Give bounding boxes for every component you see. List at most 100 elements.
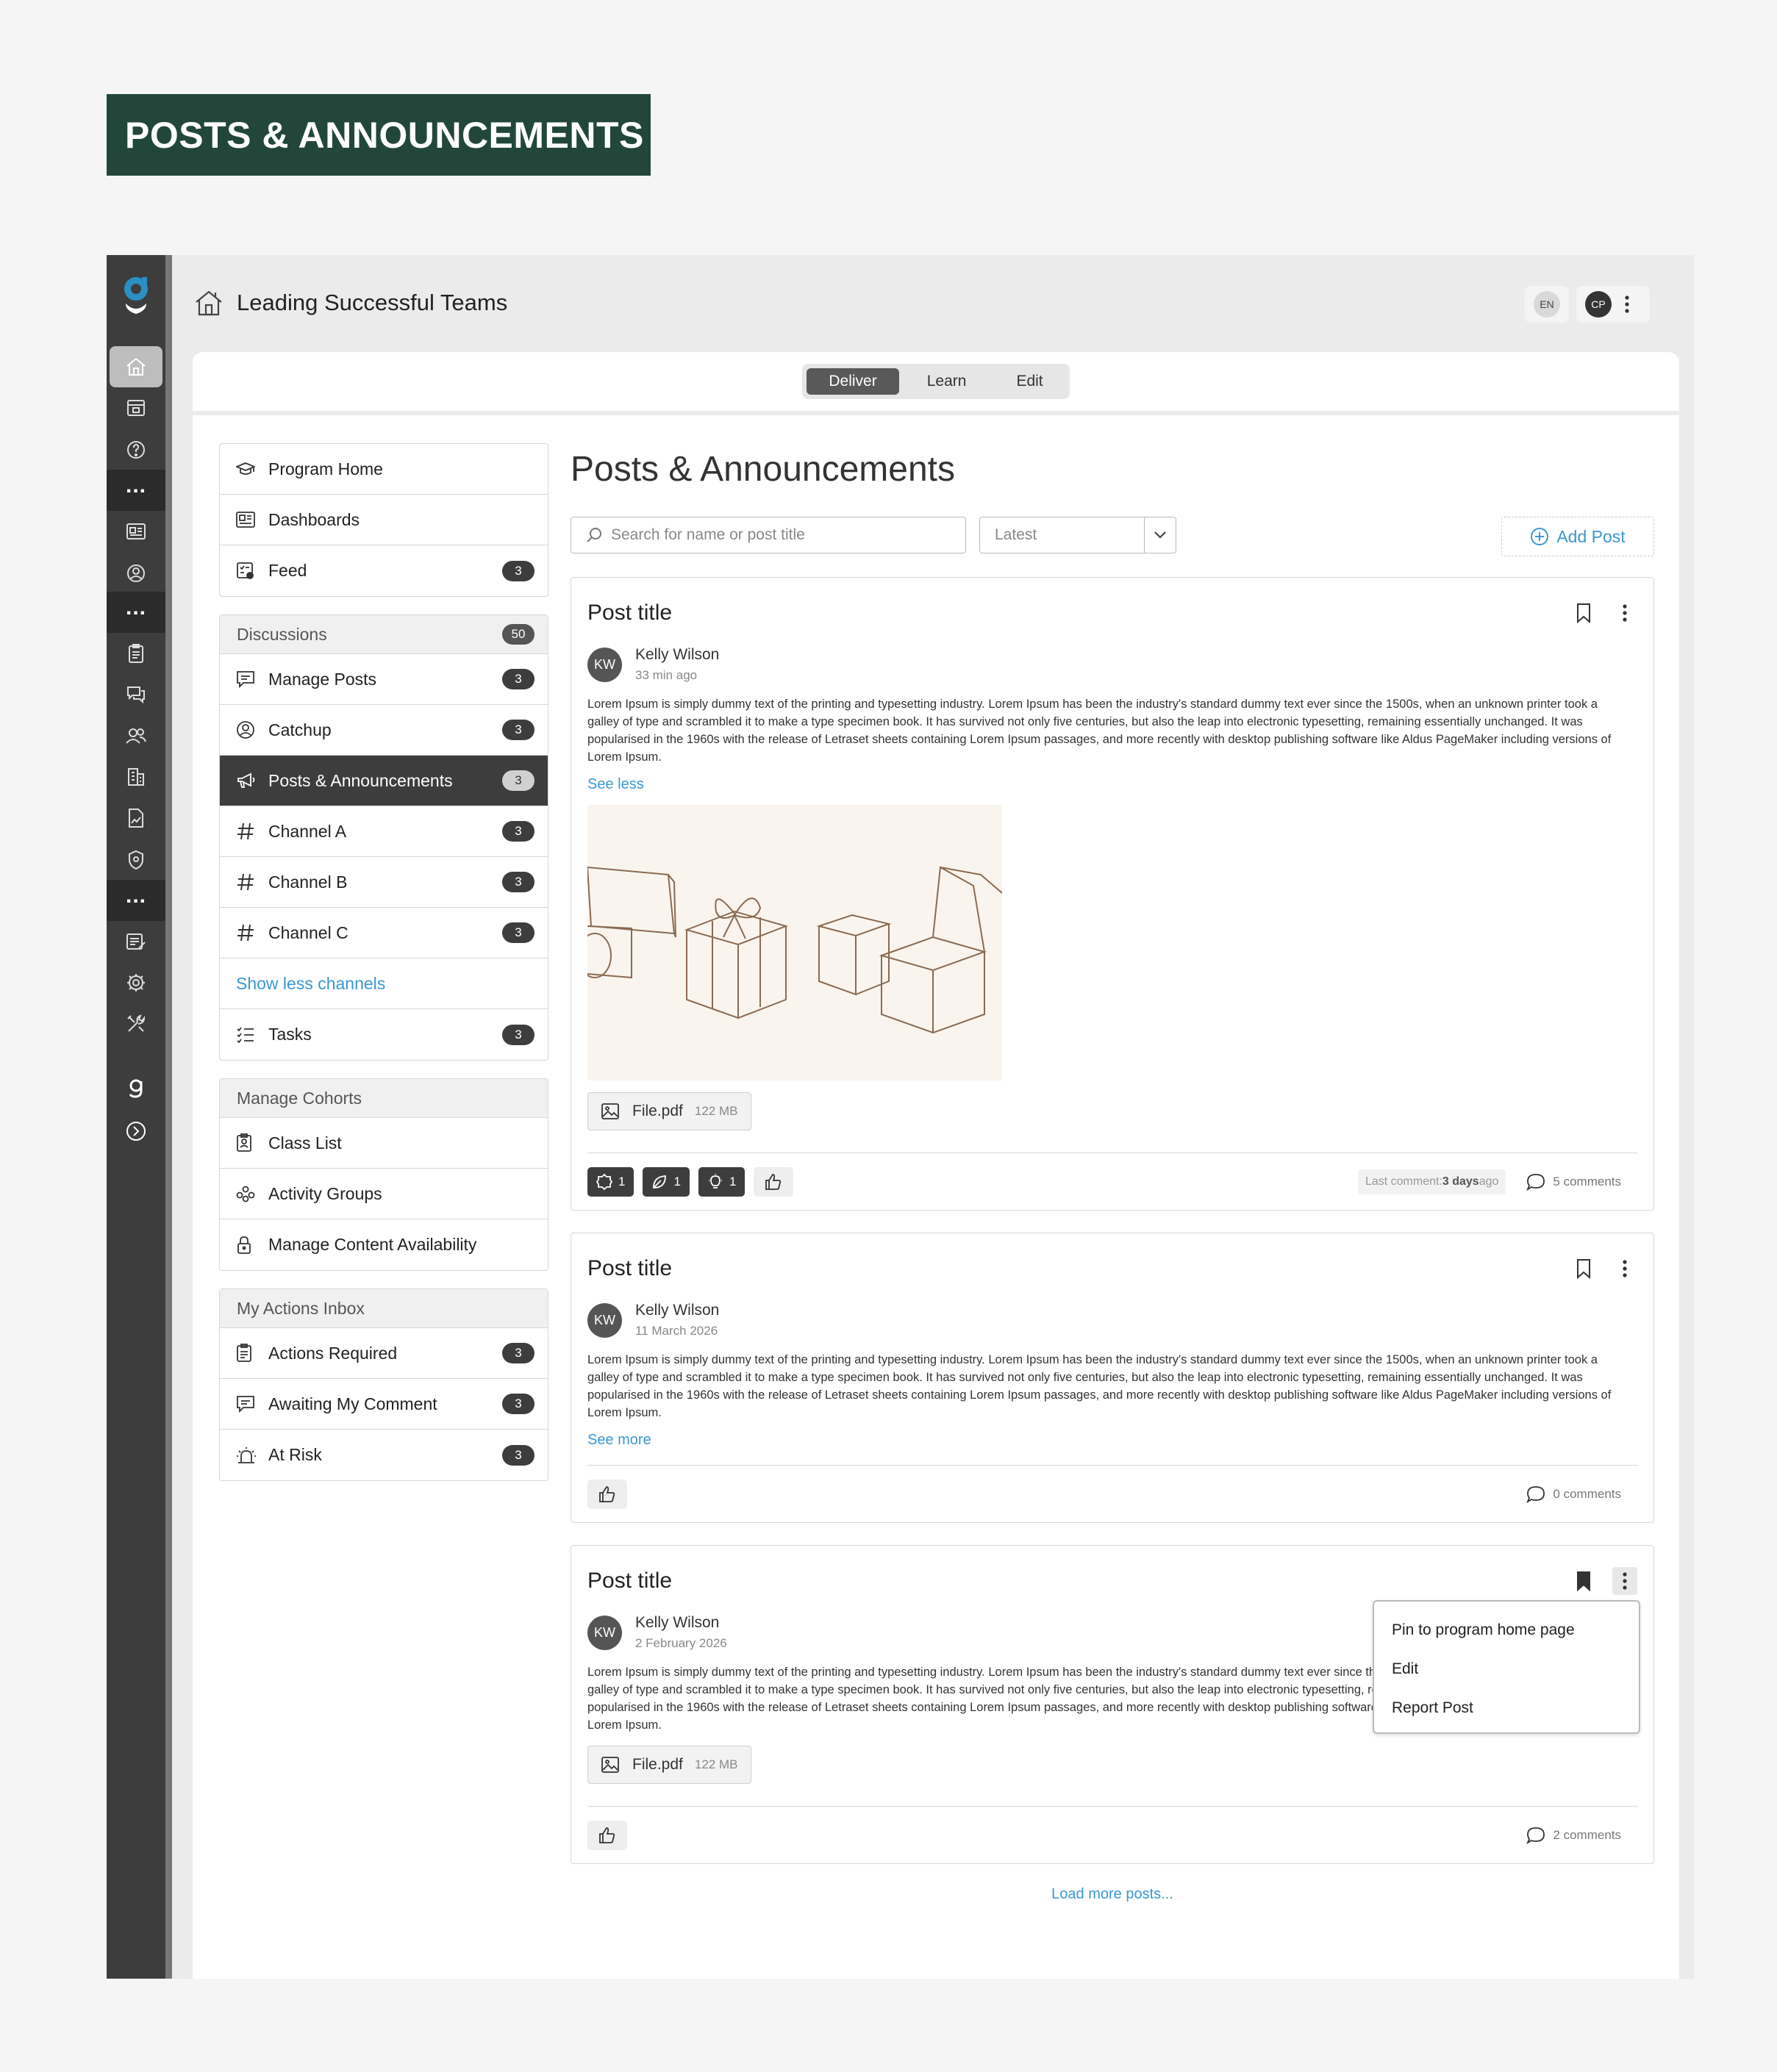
sidebar-item-at-risk[interactable]: At Risk 3 <box>220 1430 548 1480</box>
show-less-channels-link[interactable]: Show less channels <box>220 958 548 1009</box>
chevron-down-icon[interactable] <box>1144 517 1176 553</box>
clipboard-icon <box>236 1133 258 1152</box>
badge-icon <box>596 1173 612 1190</box>
my-actions-inbox-header[interactable]: My Actions Inbox <box>220 1289 548 1328</box>
sidebar-item-program-home[interactable]: Program Home <box>220 444 548 495</box>
sidebar-item-awaiting-my-comment[interactable]: Awaiting My Comment 3 <box>220 1379 548 1430</box>
tab-learn[interactable]: Learn <box>905 368 989 395</box>
comments-link[interactable]: 0 comments <box>1526 1485 1621 1503</box>
menu-item-report[interactable]: Report Post <box>1374 1688 1639 1727</box>
comments-link[interactable]: 2 comments <box>1526 1827 1621 1844</box>
rail-people-icon[interactable] <box>107 715 165 756</box>
group-heading: Discussions <box>237 624 327 644</box>
rail-list-edit-icon[interactable] <box>107 921 165 962</box>
count-badge: 50 <box>502 624 534 645</box>
rail-brand-icon[interactable] <box>107 1068 165 1109</box>
rail-expand-icon[interactable] <box>107 1111 165 1152</box>
post-image-gift-boxes[interactable] <box>587 805 1002 1080</box>
author-name[interactable]: Kelly Wilson <box>635 1302 719 1319</box>
last-comment-info: Last comment: 3 days ago <box>1357 1169 1506 1194</box>
sidebar-item-catchup[interactable]: Catchup 3 <box>220 705 548 756</box>
sidebar-item-posts-announcements[interactable]: Posts & Announcements 3 <box>220 756 548 806</box>
checklist-icon <box>236 1026 258 1044</box>
count-badge: 3 <box>502 922 534 943</box>
author-name[interactable]: Kelly Wilson <box>635 646 719 664</box>
reaction-badge-button[interactable]: 1 <box>587 1166 634 1197</box>
sidebar-item-label: Activity Groups <box>268 1183 382 1203</box>
sidebar-cohorts-group: Manage Cohorts Class List Activity Group… <box>219 1078 548 1271</box>
sidebar-item-channel-a[interactable]: Channel A 3 <box>220 806 548 857</box>
rail-more-dots-icon[interactable]: ... <box>107 592 165 633</box>
rail-user-chat-icon[interactable] <box>107 553 165 594</box>
comment-bubble-icon <box>1526 1173 1545 1191</box>
discussions-header[interactable]: Discussions 50 <box>220 615 548 654</box>
sidebar-item-channel-c[interactable]: Channel C 3 <box>220 908 548 958</box>
bookmark-icon[interactable] <box>1571 599 1596 627</box>
rail-dashboard-icon[interactable] <box>107 511 165 552</box>
sidebar-item-class-list[interactable]: Class List <box>220 1118 548 1169</box>
file-attachment[interactable]: File.pdf 122 MB <box>587 1746 752 1784</box>
rail-help-icon[interactable] <box>107 429 165 470</box>
menu-item-pin[interactable]: Pin to program home page <box>1374 1610 1639 1649</box>
search-input[interactable]: Search for name or post title <box>571 517 966 553</box>
see-more-link[interactable]: See more <box>587 1432 1637 1449</box>
sidebar-item-label: Tasks <box>268 1025 312 1044</box>
comments-link[interactable]: 5 comments <box>1526 1173 1621 1191</box>
count-badge: 3 <box>502 1343 534 1363</box>
kebab-menu-icon[interactable] <box>1612 599 1637 627</box>
app-logo[interactable] <box>107 270 165 321</box>
sidebar-item-label: Catchup <box>268 720 332 739</box>
rail-shield-icon[interactable] <box>107 839 165 881</box>
kebab-menu-icon[interactable] <box>1612 1255 1637 1283</box>
see-less-link[interactable]: See less <box>587 776 1637 793</box>
sidebar-item-channel-b[interactable]: Channel B 3 <box>220 857 548 908</box>
rail-home-icon[interactable] <box>110 346 162 387</box>
like-button[interactable] <box>587 1820 627 1850</box>
manage-cohorts-header[interactable]: Manage Cohorts <box>220 1079 548 1118</box>
sidebar-item-tasks[interactable]: Tasks 3 <box>220 1009 548 1060</box>
post-card: Post title KW Kelly Wilson 11 March 2026 … <box>571 1233 1654 1523</box>
rail-clipboard-icon[interactable] <box>107 633 165 674</box>
reaction-lightbulb-button[interactable]: 1 <box>698 1166 746 1197</box>
file-attachment[interactable]: File.pdf 122 MB <box>587 1092 752 1130</box>
chat-icon <box>236 670 258 688</box>
sort-value: Latest <box>995 526 1037 543</box>
author-name[interactable]: Kelly Wilson <box>635 1614 727 1632</box>
kebab-menu-icon[interactable] <box>1612 1567 1637 1595</box>
rail-more-dots-icon[interactable]: ... <box>107 470 165 511</box>
thumbs-up-icon <box>598 1485 616 1503</box>
rail-chat-icon[interactable] <box>107 674 165 715</box>
sidebar-item-manage-content-availability[interactable]: Manage Content Availability <box>220 1219 548 1270</box>
tab-deliver[interactable]: Deliver <box>807 368 899 395</box>
bookmark-icon[interactable] <box>1571 1255 1596 1283</box>
sort-select[interactable]: Latest <box>979 517 1176 553</box>
tab-edit[interactable]: Edit <box>994 368 1065 395</box>
home-icon[interactable] <box>194 289 224 317</box>
count-badge: 3 <box>502 1444 534 1466</box>
load-more-link[interactable]: Load more posts... <box>571 1886 1654 1903</box>
sidebar-item-feed[interactable]: Feed 3 <box>220 545 548 596</box>
sidebar-item-actions-required[interactable]: Actions Required 3 <box>220 1328 548 1379</box>
sidebar-item-activity-groups[interactable]: Activity Groups <box>220 1169 548 1219</box>
sidebar-item-manage-posts[interactable]: Manage Posts 3 <box>220 654 548 705</box>
rail-building-icon[interactable] <box>107 756 165 797</box>
menu-item-edit[interactable]: Edit <box>1374 1649 1639 1688</box>
post-body: Lorem Ipsum is simply dummy text of the … <box>587 1353 1612 1419</box>
bookmark-filled-icon[interactable] <box>1571 1567 1596 1595</box>
like-button[interactable] <box>754 1166 794 1197</box>
mode-segmented-control: Deliver Learn Edit <box>802 364 1070 399</box>
rail-settings-icon[interactable] <box>107 962 165 1003</box>
reaction-leaf-button[interactable]: 1 <box>643 1166 690 1197</box>
posts-main: Posts & Announcements Search for name or… <box>571 443 1654 1903</box>
add-post-button[interactable]: Add Post <box>1501 517 1654 556</box>
rail-store-icon[interactable] <box>107 387 165 429</box>
sidebar-item-dashboards[interactable]: Dashboards <box>220 495 548 545</box>
like-button[interactable] <box>587 1479 627 1509</box>
rail-more-dots-icon[interactable]: ... <box>107 880 165 921</box>
user-menu[interactable]: CP <box>1576 286 1650 323</box>
rail-tools-icon[interactable] <box>107 1003 165 1044</box>
lightbulb-icon <box>707 1173 723 1190</box>
kebab-menu-icon[interactable] <box>1625 295 1629 314</box>
language-selector[interactable]: EN <box>1525 286 1569 323</box>
rail-report-icon[interactable] <box>107 797 165 839</box>
